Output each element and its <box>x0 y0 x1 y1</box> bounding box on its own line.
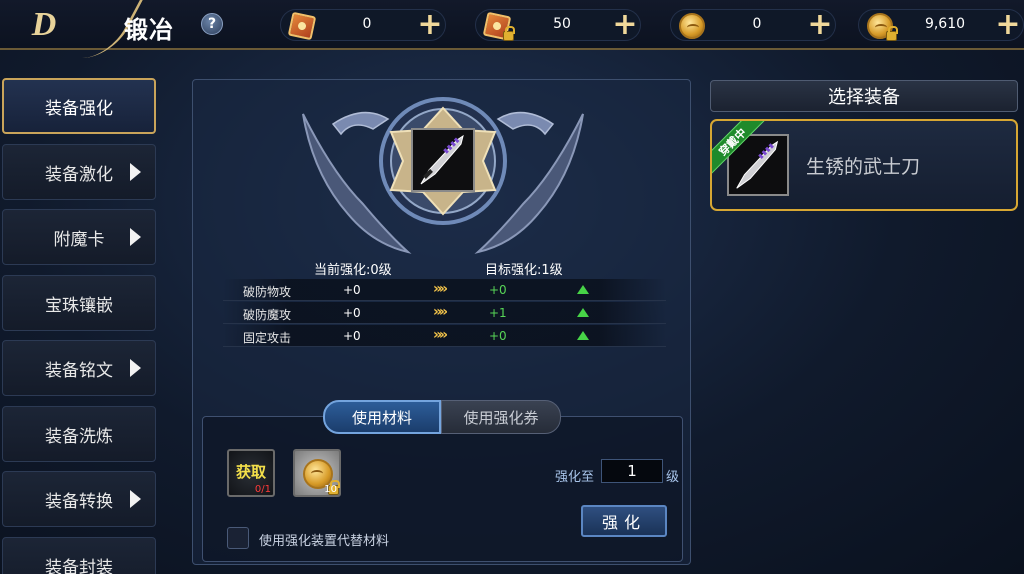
stat-target: +1 <box>489 306 507 320</box>
page-title: 锻冶 <box>124 16 174 44</box>
resource-locked-enhance-scroll: 50 + <box>475 9 641 41</box>
expand-arrow-icon <box>130 490 141 508</box>
expand-arrow-icon <box>130 359 141 377</box>
sidebar-item-equip-enhance[interactable]: 装备强化 <box>2 78 156 134</box>
enhance-button[interactable]: 强化 <box>581 505 667 537</box>
sidebar-item-label: 附魔卡 <box>53 229 105 250</box>
double-chevron-icon: »» <box>433 327 448 343</box>
equipment-list-item[interactable]: 穿戴中 生锈的武士刀 <box>710 119 1018 211</box>
tab-use-materials[interactable]: 使用材料 <box>323 400 441 434</box>
sidebar-item-equip-refine[interactable]: 装备洗炼 <box>2 406 156 462</box>
resource-gold-coin: 0 + <box>670 9 836 41</box>
sidebar-item-equip-seal[interactable]: 装备封装 <box>2 537 156 574</box>
sidebar-item-equip-inscription[interactable]: 装备铭文 <box>2 340 156 396</box>
current-enhance-level: 当前强化:0级 <box>314 263 392 278</box>
level-unit-label: 级 <box>666 470 680 485</box>
use-device-label: 使用强化装置代替材料 <box>259 534 390 549</box>
sidebar-item-label: 装备转换 <box>45 491 113 512</box>
material-count: 0/1 <box>254 484 271 495</box>
increase-arrow-icon <box>577 308 589 317</box>
enhance-to-label: 强化至 <box>555 470 595 485</box>
double-chevron-icon: »» <box>433 281 448 297</box>
sidebar-item-label: 宝珠镶嵌 <box>45 295 113 316</box>
sidebar-item-equip-activate[interactable]: 装备激化 <box>2 144 156 200</box>
add-resource-button[interactable]: + <box>417 10 443 40</box>
stat-name: 破防物攻 <box>243 285 292 299</box>
add-resource-button[interactable]: + <box>612 10 638 40</box>
enhance-scroll-icon <box>285 11 319 41</box>
stat-name: 破防魔攻 <box>243 308 292 322</box>
coin-material-slot[interactable]: 10 <box>293 449 341 497</box>
stat-target: +0 <box>489 283 507 297</box>
material-count: 10 <box>324 484 337 495</box>
expand-arrow-icon <box>130 228 141 246</box>
increase-arrow-icon <box>577 331 589 340</box>
sidebar-item-enchant-card[interactable]: 附魔卡 <box>2 209 156 265</box>
target-level-input[interactable]: 1 <box>601 459 663 483</box>
resource-value: 9,610 <box>924 16 966 32</box>
resource-value: 50 <box>553 16 571 32</box>
katana-icon <box>420 134 464 185</box>
help-icon[interactable]: ? <box>201 13 223 35</box>
resource-enhance-scroll: 0 + <box>280 9 446 41</box>
sidebar-item-label: 装备强化 <box>45 98 113 119</box>
increase-arrow-icon <box>577 285 589 294</box>
stat-current: +0 <box>343 283 361 297</box>
sidebar-item-label: 装备铭文 <box>45 360 113 381</box>
stat-name: 固定攻击 <box>243 331 292 345</box>
enhance-panel: 当前强化:0级 目标强化:1级 破防物攻 +0 »» +0 破防魔攻 +0 »»… <box>192 79 691 565</box>
back-button[interactable]: D <box>8 0 144 58</box>
stat-row: 固定攻击 +0 »» +0 <box>223 325 666 347</box>
sidebar-item-label: 装备封装 <box>45 557 113 574</box>
target-enhance-level: 目标强化:1级 <box>485 263 563 278</box>
resource-locked-gold-coin: 9,610 + <box>858 9 1024 41</box>
get-label: 获取 <box>235 463 266 481</box>
sidebar-item-equip-convert[interactable]: 装备转换 <box>2 471 156 527</box>
resource-value: 0 <box>362 16 372 32</box>
materials-box: 获取 0/1 10 强化至 1 级 强化 使用强化装置代替材料 <box>202 416 683 562</box>
double-chevron-icon: »» <box>433 304 448 320</box>
equipment-name: 生锈的武士刀 <box>806 156 921 178</box>
use-device-checkbox[interactable] <box>227 527 249 549</box>
stat-row: 破防物攻 +0 »» +0 <box>223 279 666 301</box>
selected-equipment-slot[interactable] <box>411 128 475 192</box>
select-equipment-header: 选择装备 <box>710 80 1018 112</box>
sidebar-item-label: 装备激化 <box>45 164 113 185</box>
locked-enhance-scroll-icon <box>480 11 515 41</box>
stat-row: 破防魔攻 +0 »» +1 <box>223 302 666 324</box>
stat-current: +0 <box>343 329 361 343</box>
resource-value: 0 <box>752 16 762 32</box>
tab-use-enhance-ticket[interactable]: 使用强化券 <box>441 400 561 434</box>
add-resource-button[interactable]: + <box>995 10 1021 40</box>
sidebar-item-label: 装备洗炼 <box>45 426 113 447</box>
locked-gold-coin-icon <box>863 11 898 41</box>
top-bar: D 锻冶 ? 0 + 50 + 0 + 9,610 + <box>0 0 1024 58</box>
get-material-slot[interactable]: 获取 0/1 <box>227 449 275 497</box>
back-logo-icon: D <box>31 6 57 43</box>
stat-target: +0 <box>489 329 507 343</box>
stat-current: +0 <box>343 306 361 320</box>
expand-arrow-icon <box>130 163 141 181</box>
sidebar-item-orb-inlay[interactable]: 宝珠镶嵌 <box>2 275 156 331</box>
add-resource-button[interactable]: + <box>807 10 833 40</box>
gold-coin-icon <box>675 11 709 41</box>
